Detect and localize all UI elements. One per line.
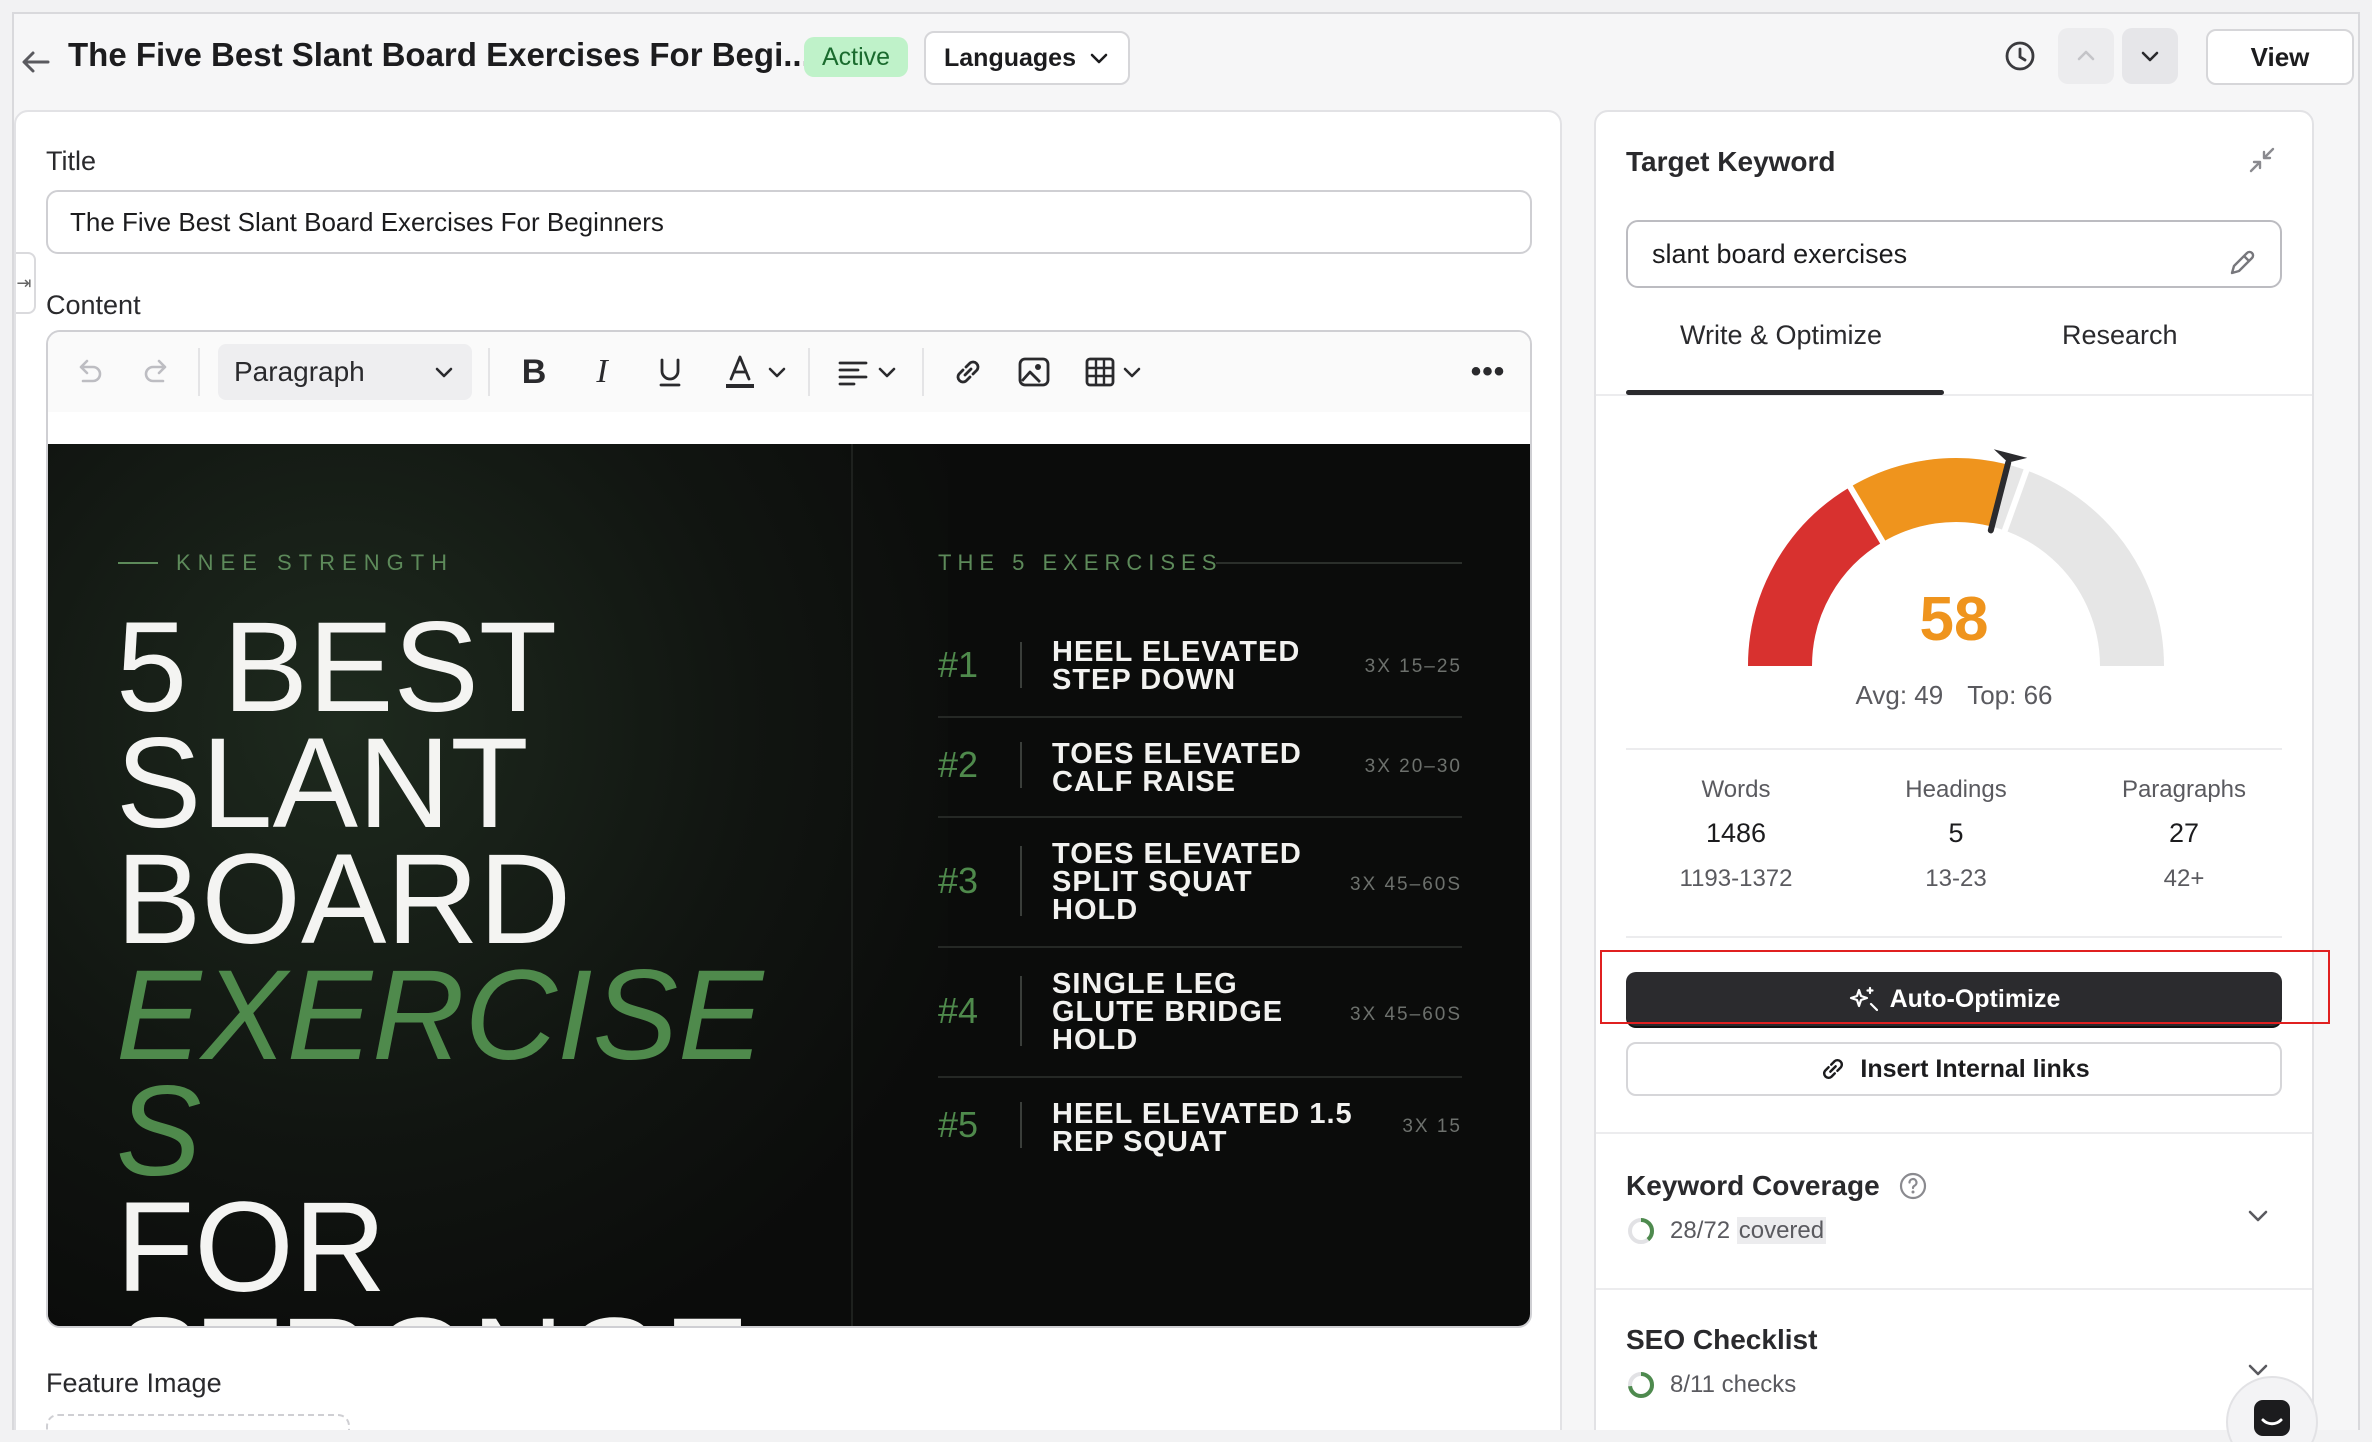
title-label: Title: [46, 146, 97, 176]
chevron-down-icon: [1123, 367, 1141, 378]
gauge-needle-tip: [1993, 449, 2028, 463]
feature-image-dropzone[interactable]: [46, 1414, 350, 1430]
toolbar-divider: [198, 348, 200, 396]
history-button[interactable]: [1992, 28, 2048, 84]
text-color-icon: [726, 355, 754, 388]
table-button[interactable]: [1078, 350, 1148, 394]
toolbar-divider: [922, 348, 924, 396]
coverage-progress-ring: [1628, 1218, 1654, 1244]
seo-checklist-count: 8/11 checks: [1670, 1371, 1797, 1398]
score-benchmarks: Avg: 49 Top: 66: [1596, 680, 2312, 711]
back-arrow-icon[interactable]: [18, 44, 54, 80]
image-headline: 5 BEST SLANT BOARD EXERCISE S FOR STRONG…: [116, 596, 764, 1327]
chevron-down-icon: [878, 367, 896, 378]
checklist-progress-ring: [1628, 1372, 1654, 1398]
toolbar-divider: [808, 348, 810, 396]
seo-score: 58: [1919, 585, 1989, 654]
toolbar-divider: [488, 348, 490, 396]
image-icon[interactable]: [1012, 350, 1056, 394]
feature-image-label: Feature Image: [46, 1368, 222, 1398]
italic-icon[interactable]: I: [580, 350, 624, 394]
exercise-row: #3 TOES ELEVATED SPLIT SQUAT HOLD 3X 45–60…: [938, 818, 1462, 948]
table-icon: [1085, 357, 1115, 387]
exercises-heading: THE 5 EXERCISES: [938, 550, 1223, 575]
collapse-icon[interactable]: [2246, 144, 2278, 176]
link-icon: [1823, 1058, 1844, 1080]
insert-internal-links-label: Insert Internal links: [1860, 1054, 2090, 1083]
status-badge: Active: [804, 37, 909, 77]
chevron-up-icon: [2077, 50, 2095, 61]
top-bar: The Five Best Slant Board Exercises For …: [14, 14, 2358, 110]
title-input[interactable]: The Five Best Slant Board Exercises For …: [46, 190, 1532, 254]
app-window: The Five Best Slant Board Exercises For …: [12, 12, 2360, 1430]
keyword-input[interactable]: slant board exercises: [1626, 220, 2282, 288]
content-label: Content: [46, 290, 141, 320]
seo-checklist-title: SEO Checklist: [1626, 1324, 1818, 1355]
chevron-down-icon: [435, 367, 453, 378]
align-button[interactable]: [828, 350, 906, 394]
seo-panel: Target Keyword slant board exercises Wri…: [1594, 110, 2314, 1430]
stat-paragraphs: Paragraphs 27 42+: [2121, 776, 2247, 892]
exercises-heading-rule: [1216, 562, 1462, 564]
image-kicker: KNEE STRENGTH: [118, 550, 454, 576]
tab-write-optimize[interactable]: Write & Optimize: [1680, 320, 1882, 351]
text-color-button[interactable]: [716, 350, 794, 394]
insert-internal-links-button[interactable]: Insert Internal links: [1626, 1042, 2282, 1096]
image-divider: [851, 444, 853, 1326]
chat-icon: [2254, 1400, 2290, 1436]
exercise-row: #2 TOES ELEVATED CALF RAISE 3X 20–30: [938, 718, 1462, 818]
divider: [1626, 936, 2282, 938]
block-type-select[interactable]: Paragraph: [218, 344, 472, 400]
editor-panel: Title The Five Best Slant Board Exercise…: [14, 110, 1562, 1430]
underline-icon[interactable]: [648, 350, 692, 394]
highlight-frame: [1600, 950, 2330, 1024]
tab-research[interactable]: Research: [2062, 320, 2178, 351]
sidebar-toggle-icon[interactable]: ⇥: [16, 252, 36, 314]
chevron-down-icon[interactable]: [2244, 1202, 2272, 1230]
seo-checklist-status: 8/11 checks: [1626, 1370, 1796, 1400]
keyword-coverage-header[interactable]: Keyword Coverage: [1626, 1170, 1928, 1202]
section-divider: [1596, 1132, 2312, 1134]
top-score: Top: 66: [1967, 680, 2053, 710]
chevron-down-icon: [2141, 51, 2159, 62]
keyword-coverage-status: 28/72 covered: [1626, 1216, 1827, 1246]
languages-label: Languages: [944, 43, 1076, 72]
divider: [1626, 748, 2282, 750]
clock-icon: [2005, 41, 2035, 71]
editor-toolbar: Paragraph B I •••: [48, 332, 1530, 412]
stat-headings: Headings 5 13-23: [1905, 776, 2007, 892]
align-left-icon: [838, 361, 868, 386]
keyword-coverage-title: Keyword Coverage: [1626, 1170, 1880, 1201]
previous-button[interactable]: [2058, 28, 2114, 84]
bold-icon[interactable]: B: [512, 350, 556, 394]
stat-words: Words 1486 1193-1372: [1679, 776, 1793, 892]
seo-checklist-header[interactable]: SEO Checklist: [1626, 1324, 1817, 1356]
chevron-down-icon: [1090, 53, 1108, 64]
keyword-value: slant board exercises: [1652, 239, 1908, 269]
exercise-row: #1 HEEL ELEVATED STEP DOWN 3X 15–25: [938, 622, 1462, 718]
avg-score: Avg: 49: [1855, 680, 1944, 710]
exercise-row: #4 SINGLE LEG GLUTE BRIDGE HOLD 3X 45–60S: [938, 948, 1462, 1078]
chevron-down-icon: [768, 367, 786, 378]
view-button[interactable]: View: [2206, 29, 2354, 85]
article-image: KNEE STRENGTH 5 BEST SLANT BOARD EXERCIS…: [48, 444, 1530, 1327]
redo-icon[interactable]: [136, 350, 180, 394]
active-tab-indicator: [1626, 390, 1944, 395]
block-type-value: Paragraph: [234, 356, 365, 387]
exercise-row: #5 HEEL ELEVATED 1.5 REP SQUAT 3X 15: [938, 1098, 1462, 1158]
target-keyword-title: Target Keyword: [1626, 146, 1836, 177]
keyword-coverage-suffix: covered: [1736, 1217, 1827, 1244]
undo-icon[interactable]: [66, 350, 110, 394]
more-options-icon[interactable]: •••: [1466, 350, 1510, 394]
link-icon[interactable]: [946, 350, 990, 394]
section-divider: [1596, 1288, 2312, 1290]
pencil-icon[interactable]: [2226, 238, 2258, 275]
next-button[interactable]: [2122, 28, 2178, 84]
gauge-segment-mid: [1850, 458, 2008, 543]
keyword-coverage-count: 28/72: [1670, 1217, 1731, 1244]
rich-text-editor[interactable]: Paragraph B I ••• KNEE STRENGTH 5 BEST S…: [46, 330, 1532, 1328]
help-icon[interactable]: [1898, 1171, 1928, 1201]
page-title: The Five Best Slant Board Exercises For …: [68, 36, 811, 73]
languages-dropdown[interactable]: Languages: [924, 31, 1130, 85]
